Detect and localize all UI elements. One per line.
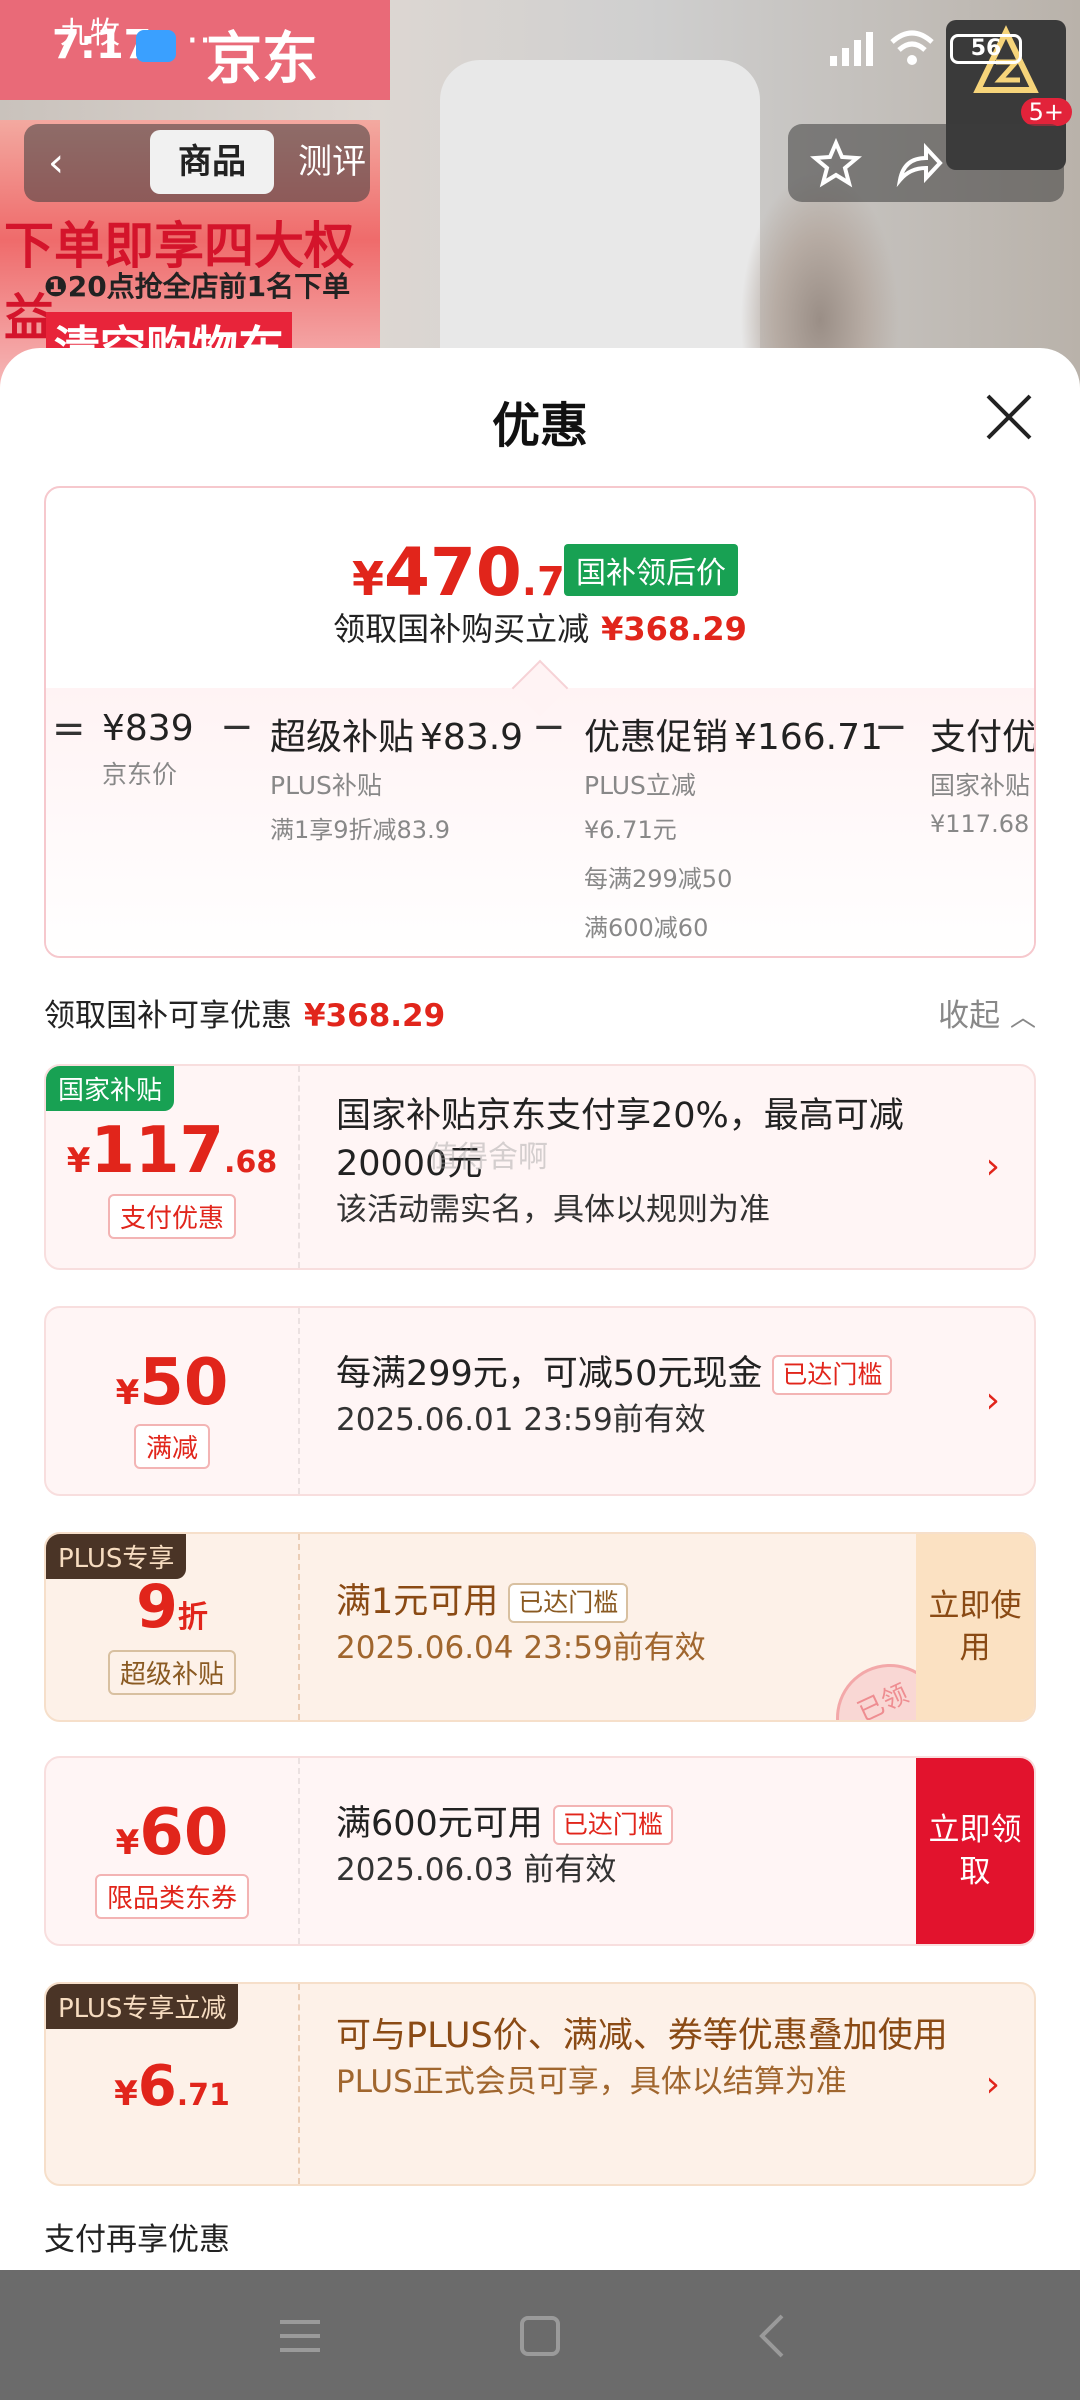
signal-icon [830, 32, 873, 66]
wifi-icon [890, 30, 934, 65]
tab-product[interactable]: 商品 [150, 130, 274, 194]
coupon-plus-reduction[interactable]: PLUS专享立减 ¥6.71 可与PLUS价、满减、券等优惠叠加使用 PLUS正… [44, 1982, 1036, 2186]
cloud-icon [136, 30, 176, 62]
operator-equals: = [52, 706, 86, 752]
tab-review[interactable]: 测评 [280, 130, 366, 194]
coupon-expiry: 2025.06.01 23:59前有效 [336, 1402, 706, 1438]
breakdown-super-subsidy: 超级补贴 ¥83.9 PLUS补贴 满1享9折减83.9 [270, 717, 524, 844]
sheet-title: 优惠 [491, 398, 588, 454]
coupon-title: 满600元可用 已达门槛 [336, 1800, 904, 1848]
coupon-full-reduction[interactable]: ¥50 满减 每满299元，可减50元现金 已达门槛 2025.06.01 23:… [44, 1306, 1036, 1496]
share-icon[interactable] [892, 138, 944, 190]
coupon-type: 限品类东券 [94, 1874, 250, 1919]
operator-minus: − [874, 704, 908, 750]
promo-line-2: ❶20点抢全店前1名下单 [44, 270, 351, 303]
payment-discount-section-title: 支付再享优惠 [44, 2222, 230, 2258]
discount-section-title: 领取国补可享优惠 ¥368.29 [44, 998, 446, 1034]
final-price-subtitle: 领取国补购买立减 ¥368.29 [333, 610, 747, 648]
chevron-right-icon: › [985, 1380, 1000, 1421]
chevron-up-icon: ︿ [1009, 1003, 1036, 1033]
coupon-title: 每满299元，可减50元现金 已达门槛 [336, 1350, 974, 1398]
breakdown-promotion: 优惠促销 ¥166.71 PLUS立减 ¥6.71元 每满299减50 满600减… [584, 717, 883, 942]
coupon-amount: ¥6.71 [114, 2054, 230, 2119]
coupon-subtitle: 该活动需实名，具体以规则为准 [336, 1192, 770, 1228]
back-nav-icon[interactable] [748, 2310, 800, 2362]
coupon-subtitle: PLUS正式会员可享，具体以结算为准 [336, 2064, 847, 2100]
operator-minus: − [220, 704, 254, 750]
threshold-reached-badge: 已达门槛 [508, 1583, 629, 1623]
coupon-amount: 9折 [136, 1572, 208, 1642]
coupon-title: 可与PLUS价、满减、券等优惠叠加使用 [336, 2016, 948, 2056]
system-nav-bar [0, 2270, 1080, 2400]
chevron-right-icon: › [985, 2064, 1000, 2105]
coupon-amount: ¥50 [115, 1346, 229, 1420]
breakdown-payment: 支付优惠 国家补贴 ¥117.68 [930, 717, 1036, 838]
favorite-star-icon[interactable] [810, 138, 862, 190]
coupon-expiry: 2025.06.03 前有效 [336, 1852, 617, 1888]
chevron-right-icon: › [985, 1146, 1000, 1187]
close-icon[interactable] [982, 390, 1036, 444]
coupon-category[interactable]: ¥60 限品类东券 满600元可用 已达门槛 2025.06.03 前有效 立即领… [44, 1756, 1036, 1946]
coupon-type: 超级补贴 [107, 1650, 237, 1695]
threshold-reached-badge: 已达门槛 [772, 1355, 893, 1395]
coupon-plus-discount[interactable]: PLUS专享 9折 超级补贴 满1元可用 已达门槛 2025.06.04 23:5… [44, 1532, 1036, 1722]
watermark: 值得舍啊 [428, 1140, 548, 1175]
coupon-type: 满减 [133, 1424, 211, 1469]
home-icon[interactable] [514, 2310, 566, 2362]
back-icon[interactable]: ‹ [48, 140, 64, 186]
coupon-amount: ¥117.68 [66, 1114, 278, 1188]
breakdown-jd-price: ¥839 京东价 [102, 708, 194, 789]
threshold-reached-badge: 已达门槛 [552, 1805, 673, 1845]
claim-now-button[interactable]: 立即领取 [916, 1758, 1034, 1944]
final-price-tag: 国补领后价 [564, 544, 738, 596]
operator-minus: − [532, 704, 566, 750]
more-notifications-icon: ··· [186, 18, 225, 64]
coupon-expiry: 2025.06.04 23:59前有效 [336, 1630, 706, 1666]
top-nav-actions [788, 124, 1064, 202]
use-now-button[interactable]: 立即使用 [916, 1534, 1034, 1720]
coupon-type: 支付优惠 [107, 1194, 237, 1239]
menu-icon[interactable] [274, 2310, 326, 2362]
discount-sheet: 优惠 ¥470.71 国补领后价 领取国补购买立减 ¥368.29 = ¥839 … [0, 348, 1080, 2270]
top-nav-tabs: ‹ 商品 测评 [24, 124, 370, 202]
badge-count: 5+ [1020, 98, 1072, 126]
collapse-button[interactable]: 收起 ︿ [938, 990, 1036, 1035]
coupon-title: 满1元可用 已达门槛 [336, 1578, 904, 1626]
status-bar: 7:17 ··· 56 [0, 0, 1080, 96]
badge-text: 新品 [1066, 120, 1080, 152]
battery-indicator: 56 [950, 34, 1022, 64]
coupon-amount: ¥60 [115, 1796, 229, 1870]
final-price: ¥470.71 [352, 534, 593, 611]
price-breakdown-card: ¥470.71 国补领后价 领取国补购买立减 ¥368.29 = ¥839 京东价… [44, 486, 1036, 958]
